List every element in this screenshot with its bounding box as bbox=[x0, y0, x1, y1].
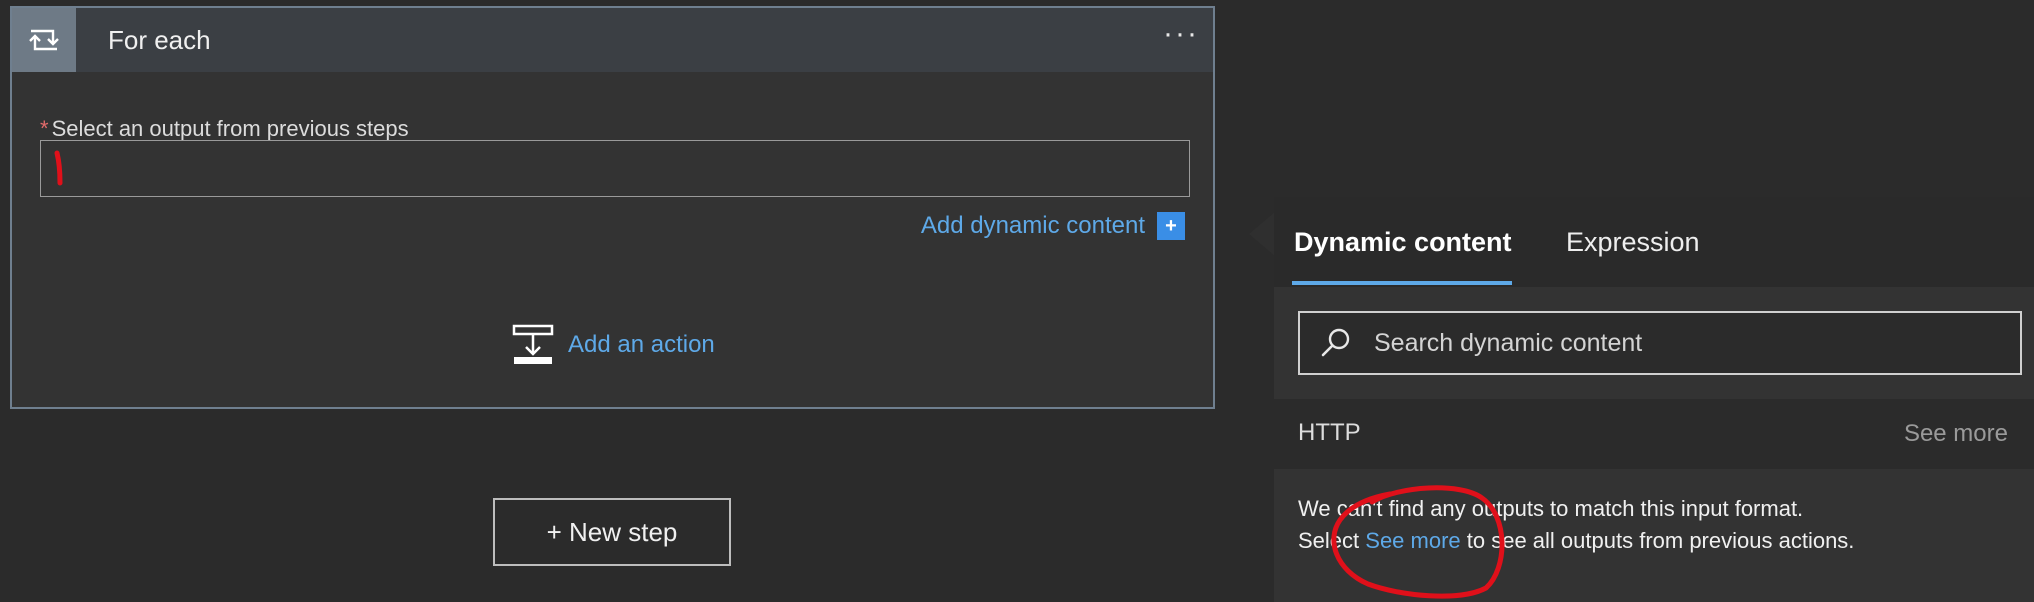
card-header[interactable]: For each ··· bbox=[12, 8, 1213, 72]
add-action-icon bbox=[512, 324, 554, 364]
panel-tabs: Dynamic content Expression bbox=[1274, 197, 2034, 287]
search-input[interactable] bbox=[1372, 322, 2020, 364]
see-more-link-header[interactable]: See more bbox=[1904, 420, 2008, 448]
required-marker: * bbox=[40, 116, 49, 141]
panel-pointer bbox=[1249, 212, 1275, 256]
select-output-input[interactable] bbox=[40, 140, 1190, 197]
search-icon bbox=[1321, 328, 1350, 357]
add-an-action-button[interactable]: Add an action bbox=[512, 324, 715, 366]
instruction-prefix: Select bbox=[1298, 528, 1366, 553]
active-tab-indicator bbox=[1292, 281, 1512, 285]
http-section-header: HTTP See more bbox=[1274, 399, 2034, 469]
search-box[interactable] bbox=[1298, 311, 2022, 375]
text-cursor-annotation bbox=[54, 150, 63, 186]
http-section-label: HTTP bbox=[1298, 419, 1361, 446]
tab-expression[interactable]: Expression bbox=[1566, 227, 1700, 258]
instruction-suffix: to see all outputs from previous actions… bbox=[1460, 528, 1855, 553]
more-options-icon[interactable]: ··· bbox=[1163, 19, 1199, 49]
see-more-instruction: Select See more to see all outputs from … bbox=[1298, 528, 1854, 554]
tab-dynamic-content[interactable]: Dynamic content bbox=[1294, 227, 1512, 258]
dynamic-content-panel: Dynamic content Expression HTTP See more… bbox=[1274, 197, 2034, 602]
no-outputs-message: We can't find any outputs to match this … bbox=[1298, 496, 1804, 521]
add-action-label: Add an action bbox=[568, 331, 715, 358]
add-dynamic-content-icon: + bbox=[1157, 212, 1185, 240]
add-dynamic-content-link[interactable]: Add dynamic content + bbox=[921, 212, 1185, 240]
add-dynamic-content-label: Add dynamic content bbox=[920, 212, 1145, 239]
loop-icon bbox=[12, 8, 76, 72]
panel-body: HTTP See more We can't find any outputs … bbox=[1274, 287, 2034, 602]
new-step-button[interactable]: + New step bbox=[493, 498, 731, 566]
field-label-text: Select an output from previous steps bbox=[51, 116, 409, 141]
for-each-card: For each ··· * Select an output from prev… bbox=[10, 6, 1215, 409]
field-label: * Select an output from previous steps bbox=[40, 116, 409, 142]
card-title: For each bbox=[108, 24, 211, 55]
see-more-link[interactable]: See more bbox=[1365, 528, 1460, 553]
